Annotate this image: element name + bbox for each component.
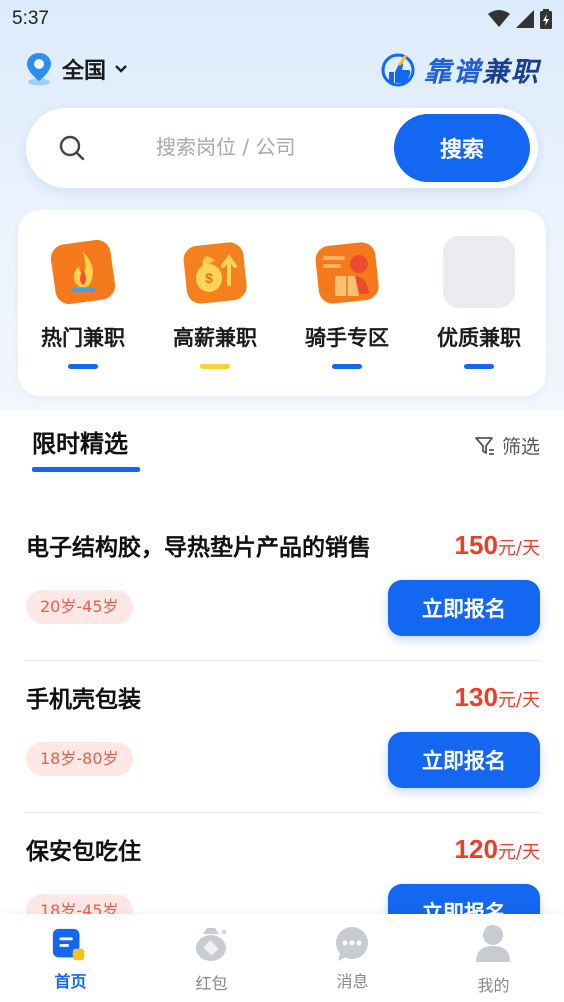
salary-amount: 150 [454, 530, 498, 560]
section-title: 限时精选 [32, 430, 128, 458]
tab-red-packet-label: 红包 [195, 974, 228, 993]
brand-name-part2: 兼职 [482, 57, 540, 88]
placeholder-icon [443, 236, 515, 308]
search-bar: 搜索 [26, 108, 538, 188]
salary-unit: 元/天 [497, 538, 540, 559]
tab-home[interactable]: 首页 [0, 914, 141, 1002]
apply-button[interactable]: 立即报名 [388, 580, 540, 636]
home-doc-icon [52, 928, 85, 961]
tab-messages[interactable]: 消息 [282, 914, 423, 1002]
category-quality-jobs[interactable]: 优质兼职 [414, 210, 544, 396]
salary-unit: 元/天 [497, 690, 540, 711]
brand-name-part1: 靠谱 [424, 57, 482, 88]
tab-red-packet[interactable]: 红包 [141, 914, 282, 1002]
category-hot-jobs[interactable]: 热门兼职 [18, 210, 148, 396]
age-range-tag: 18岁-80岁 [26, 742, 133, 776]
category-quality-jobs-label: 优质兼职 [437, 326, 521, 350]
wifi-icon [488, 10, 510, 27]
search-input[interactable] [156, 132, 386, 162]
tab-profile[interactable]: 我的 [423, 914, 564, 1002]
job-card[interactable]: 手机壳包装 130元/天 18岁-80岁 立即报名 [24, 680, 540, 830]
profile-icon [476, 925, 510, 962]
message-icon [336, 927, 368, 961]
red-packet-icon [196, 928, 227, 961]
tab-messages-label: 消息 [336, 972, 369, 991]
status-bar: 5:37 [0, 0, 564, 38]
status-icons [488, 9, 552, 29]
category-hot-jobs-indicator [68, 364, 98, 369]
salary-amount: 120 [454, 834, 498, 864]
category-hot-jobs-label: 热门兼职 [41, 326, 125, 350]
bottom-tab-bar: 首页 红包 消息 我的 [0, 914, 564, 1002]
job-salary: 150元/天 [455, 530, 540, 561]
status-time: 5:37 [12, 8, 49, 29]
category-rider-zone-indicator [332, 364, 362, 369]
rider-icon [315, 242, 379, 304]
category-high-pay-indicator [200, 364, 230, 369]
job-card[interactable]: 电子结构胶，导热垫片产品的销售 150元/天 20岁-45岁 立即报名 [24, 528, 540, 678]
apply-button[interactable]: 立即报名 [388, 732, 540, 788]
location-pin-icon [27, 53, 51, 86]
section-title-underline [32, 467, 140, 472]
category-quality-jobs-indicator [464, 364, 494, 369]
tab-profile-label: 我的 [477, 976, 510, 995]
job-title: 手机壳包装 [26, 687, 141, 713]
signal-icon [516, 10, 534, 28]
location-selector[interactable]: 全国 [24, 52, 128, 86]
tab-home-label: 首页 [54, 972, 87, 991]
filter-icon [475, 436, 494, 455]
location-label: 全国 [62, 59, 107, 84]
category-high-pay-label: 高薪兼职 [173, 326, 257, 350]
fire-icon [50, 239, 116, 305]
brand-name: 靠谱兼职 [424, 50, 540, 89]
search-icon [59, 135, 85, 161]
category-rider-zone[interactable]: 骑手专区 [282, 210, 412, 396]
search-button[interactable]: 搜索 [394, 114, 530, 182]
category-high-pay[interactable]: $ 高薪兼职 [150, 210, 280, 396]
job-salary: 130元/天 [455, 682, 540, 713]
filter-label: 筛选 [501, 436, 540, 458]
salary-amount: 130 [454, 682, 498, 712]
thumbs-up-logo-icon [381, 53, 415, 86]
money-bag-icon: $ [183, 242, 247, 304]
job-salary: 120元/天 [455, 834, 540, 865]
divider [24, 660, 540, 661]
chevron-down-icon [115, 65, 127, 73]
category-grid: 热门兼职 $ 高薪兼职 骑手专区 优质兼职 [18, 210, 546, 396]
svg-text:$: $ [205, 270, 213, 286]
job-title: 保安包吃住 [26, 839, 141, 865]
job-title: 电子结构胶，导热垫片产品的销售 [26, 535, 371, 561]
category-rider-zone-label: 骑手专区 [305, 326, 389, 350]
filter-button[interactable]: 筛选 [474, 432, 540, 459]
salary-unit: 元/天 [497, 842, 540, 863]
divider [24, 812, 540, 813]
brand-logo: 靠谱兼职 [380, 50, 540, 89]
battery-icon [540, 9, 552, 29]
age-range-tag: 20岁-45岁 [26, 590, 133, 624]
